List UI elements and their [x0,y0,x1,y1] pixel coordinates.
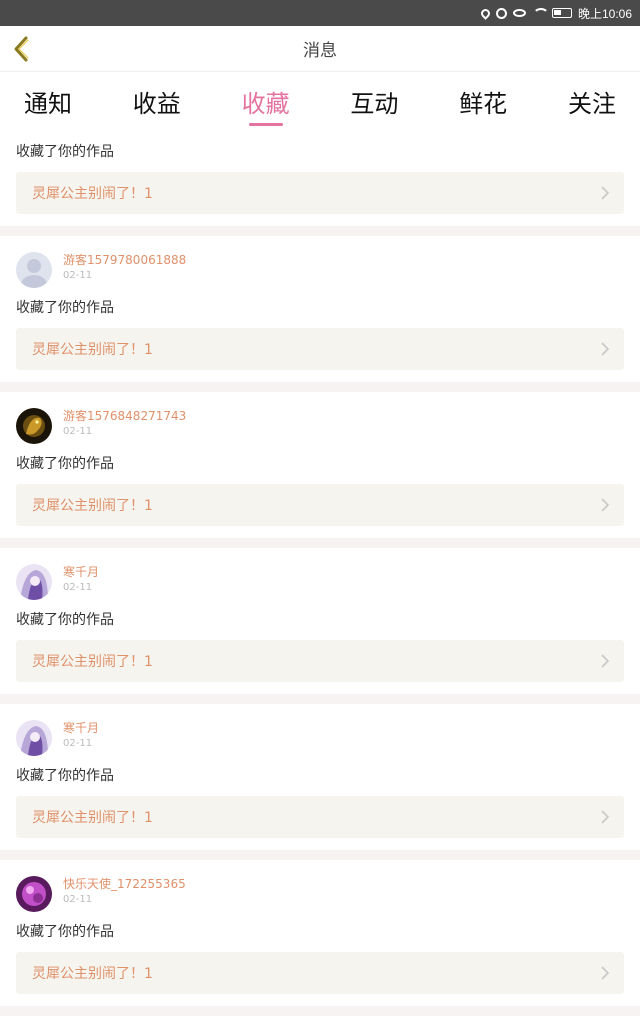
user-row: 游客1576848271743 02-11 [16,408,624,444]
avatar[interactable] [16,876,52,912]
work-card[interactable]: 灵犀公主别闹了！1 [16,952,624,994]
avatar[interactable] [16,252,52,288]
chevron-right-icon [601,966,610,980]
eye-icon [512,9,526,17]
tab-following[interactable]: 关注 [568,72,616,130]
work-card[interactable]: 灵犀公主别闹了！1 [16,172,624,214]
status-time: 晚上10:06 [577,6,632,21]
work-title: 灵犀公主别闹了！1 [32,810,153,826]
purple-avatar-icon [16,876,52,912]
work-card[interactable]: 灵犀公主别闹了！1 [16,796,624,838]
work-title: 灵犀公主别闹了！1 [32,654,153,670]
battery-icon [551,8,572,18]
tab-earnings[interactable]: 收益 [133,72,181,130]
work-card[interactable]: 灵犀公主别闹了！1 [16,328,624,370]
chevron-right-icon [601,498,610,512]
avatar[interactable] [16,408,52,444]
dragon-avatar-icon [16,408,52,444]
username[interactable]: 游客1579780061888 [63,252,186,268]
username[interactable]: 游客1576848271743 [63,408,186,424]
action-text: 收藏了你的作品 [16,144,114,160]
action-text: 收藏了你的作品 [16,924,114,940]
action-text: 收藏了你的作品 [16,456,114,472]
user-row: 快乐天使_172255365 02-11 [16,876,624,912]
status-bar: 晚上10:06 [0,0,640,26]
chevron-left-icon [14,36,29,62]
action-text: 收藏了你的作品 [16,612,114,628]
chevron-right-icon [601,810,610,824]
user-row: 寒千月 02-11 [16,564,624,600]
wifi-icon [532,7,549,19]
username[interactable]: 寒千月 [63,564,99,580]
username[interactable]: 快乐天使_172255365 [63,876,186,892]
username[interactable]: 寒千月 [63,720,99,736]
alarm-icon [495,7,507,19]
action-text: 收藏了你的作品 [16,768,114,784]
date: 02-11 [63,894,93,905]
list-item: 快乐天使_172255365 02-11 收藏了你的作品 灵犀公主别闹了！1 [0,860,640,1016]
anime-girl-avatar-icon [16,720,52,756]
list-item: 寒千月 02-11 收藏了你的作品 灵犀公主别闹了！1 [0,704,640,860]
work-title: 灵犀公主别闹了！1 [32,342,153,358]
page-title: 消息 [303,41,337,61]
anime-girl-avatar-icon [16,564,52,600]
work-card[interactable]: 灵犀公主别闹了！1 [16,640,624,682]
chevron-right-icon [601,654,610,668]
header: 消息 [0,26,640,72]
work-title: 灵犀公主别闹了！1 [32,498,153,514]
chevron-right-icon [601,342,610,356]
list-item: 寒千月 02-11 收藏了你的作品 灵犀公主别闹了！1 [0,548,640,704]
chevron-right-icon [601,186,610,200]
list-item: 收藏了你的作品 灵犀公主别闹了！1 [0,130,640,236]
tab-favorites[interactable]: 收藏 [242,72,290,130]
location-icon [479,6,492,20]
date: 02-11 [63,582,93,593]
avatar[interactable] [16,564,52,600]
work-title: 灵犀公主别闹了！1 [32,966,153,982]
list-item: 游客1576848271743 02-11 收藏了你的作品 灵犀公主别闹了！1 [0,392,640,548]
tab-flowers[interactable]: 鲜花 [459,72,507,130]
user-row: 游客1579780061888 02-11 [16,252,624,288]
list-item: 游客1579780061888 02-11 收藏了你的作品 灵犀公主别闹了！1 [0,236,640,392]
tab-notifications[interactable]: 通知 [24,72,72,130]
user-row: 寒千月 02-11 [16,720,624,756]
date: 02-11 [63,738,93,749]
date: 02-11 [63,270,93,281]
avatar[interactable] [16,720,52,756]
work-title: 灵犀公主别闹了！1 [32,186,153,202]
back-button[interactable] [8,34,34,64]
favorites-list[interactable]: 收藏了你的作品 灵犀公主别闹了！1 游客1579780061888 02-11 … [0,130,640,1024]
action-text: 收藏了你的作品 [16,300,114,316]
tab-bar: 通知 收益 收藏 互动 鲜花 关注 [0,72,640,130]
work-card[interactable]: 灵犀公主别闹了！1 [16,484,624,526]
date: 02-11 [63,426,93,437]
tab-interactions[interactable]: 互动 [350,72,398,130]
default-avatar-icon [16,252,52,288]
